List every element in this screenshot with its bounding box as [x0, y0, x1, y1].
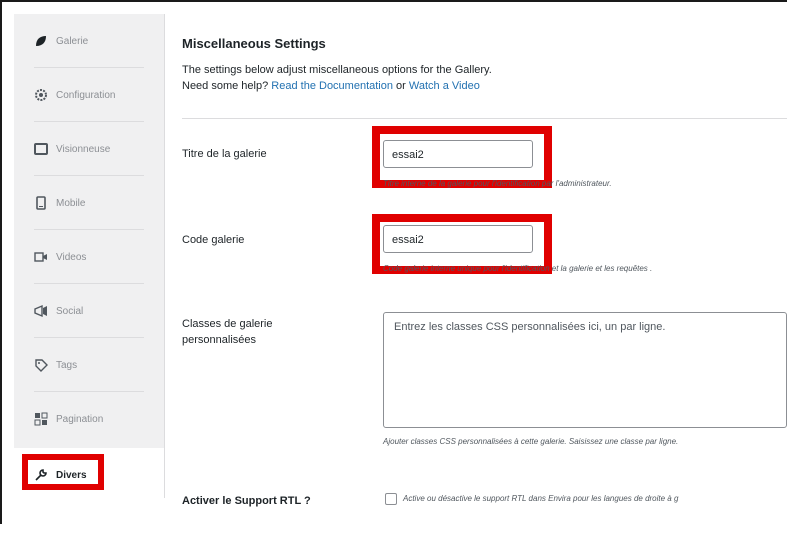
sidebar-item-label: Social [56, 305, 84, 317]
sidebar-item-label: Pagination [56, 413, 104, 425]
sidebar-item-galerie[interactable]: Galerie [14, 14, 164, 68]
sidebar-item-videos[interactable]: Videos [14, 230, 164, 284]
video-link[interactable]: Watch a Video [409, 80, 480, 92]
description-text: The settings below adjust miscellaneous … [182, 64, 492, 76]
leaf-icon [34, 34, 48, 48]
pagination-icon [34, 412, 48, 426]
sidebar-item-mobile[interactable]: Mobile [14, 176, 164, 230]
sidebar-item-configuration[interactable]: Configuration [14, 68, 164, 122]
gallery-code-input[interactable]: essai2 [383, 225, 533, 253]
window-left-border [0, 0, 2, 524]
sidebar-item-label: Configuration [56, 89, 116, 101]
sidebar-item-label: Tags [56, 359, 78, 371]
help-prefix: Need some help? [182, 80, 269, 92]
divers-highlight-box [22, 454, 104, 490]
gallery-title-label: Titre de la galerie [182, 148, 267, 160]
custom-classes-label: Classes de galerie personnalisées [182, 318, 273, 346]
lightbox-icon [34, 142, 48, 156]
gallery-code-help: Code galerie interne unique pour l'ident… [383, 264, 653, 273]
video-icon [34, 250, 48, 264]
mobile-icon [34, 196, 48, 210]
rtl-checkbox[interactable] [385, 493, 397, 505]
sidebar-item-visionneuse[interactable]: Visionneuse [14, 122, 164, 176]
gallery-title-input[interactable]: essai2 [383, 140, 533, 168]
gear-icon [34, 88, 48, 102]
sidebar-item-tags[interactable]: Tags [14, 338, 164, 392]
sidebar-item-label: Videos [56, 251, 87, 263]
settings-sidebar: Galerie Configuration Visionneuse Mobile… [14, 14, 165, 502]
sidebar-item-pagination[interactable]: Pagination [14, 392, 164, 446]
settings-panel: Miscellaneous Settings The settings belo… [166, 14, 787, 524]
gallery-code-label: Code galerie [182, 234, 245, 246]
or-text: or [396, 80, 406, 92]
tag-icon [34, 358, 48, 372]
sidebar-item-label: Visionneuse [56, 143, 111, 155]
megaphone-icon [34, 304, 48, 318]
gallery-title-help: Titre interne de la galerie pour l'ident… [383, 179, 612, 188]
window-top-border [0, 0, 787, 2]
sidebar-item-label: Galerie [56, 35, 89, 47]
sidebar-item-label: Mobile [56, 197, 86, 209]
sidebar-item-social[interactable]: Social [14, 284, 164, 338]
settings-description: The settings below adjust miscellaneous … [182, 62, 492, 94]
custom-classes-help: Ajouter classes CSS personnalisées à cet… [383, 437, 679, 446]
custom-classes-textarea[interactable]: Entrez les classes CSS personnalisées ic… [383, 312, 787, 428]
rtl-help: Active ou désactive le support RTL dans … [403, 494, 679, 503]
page-title: Miscellaneous Settings [182, 36, 326, 51]
section-divider [182, 118, 787, 119]
rtl-label: Activer le Support RTL ? [182, 495, 311, 507]
documentation-link[interactable]: Read the Documentation [271, 80, 393, 92]
